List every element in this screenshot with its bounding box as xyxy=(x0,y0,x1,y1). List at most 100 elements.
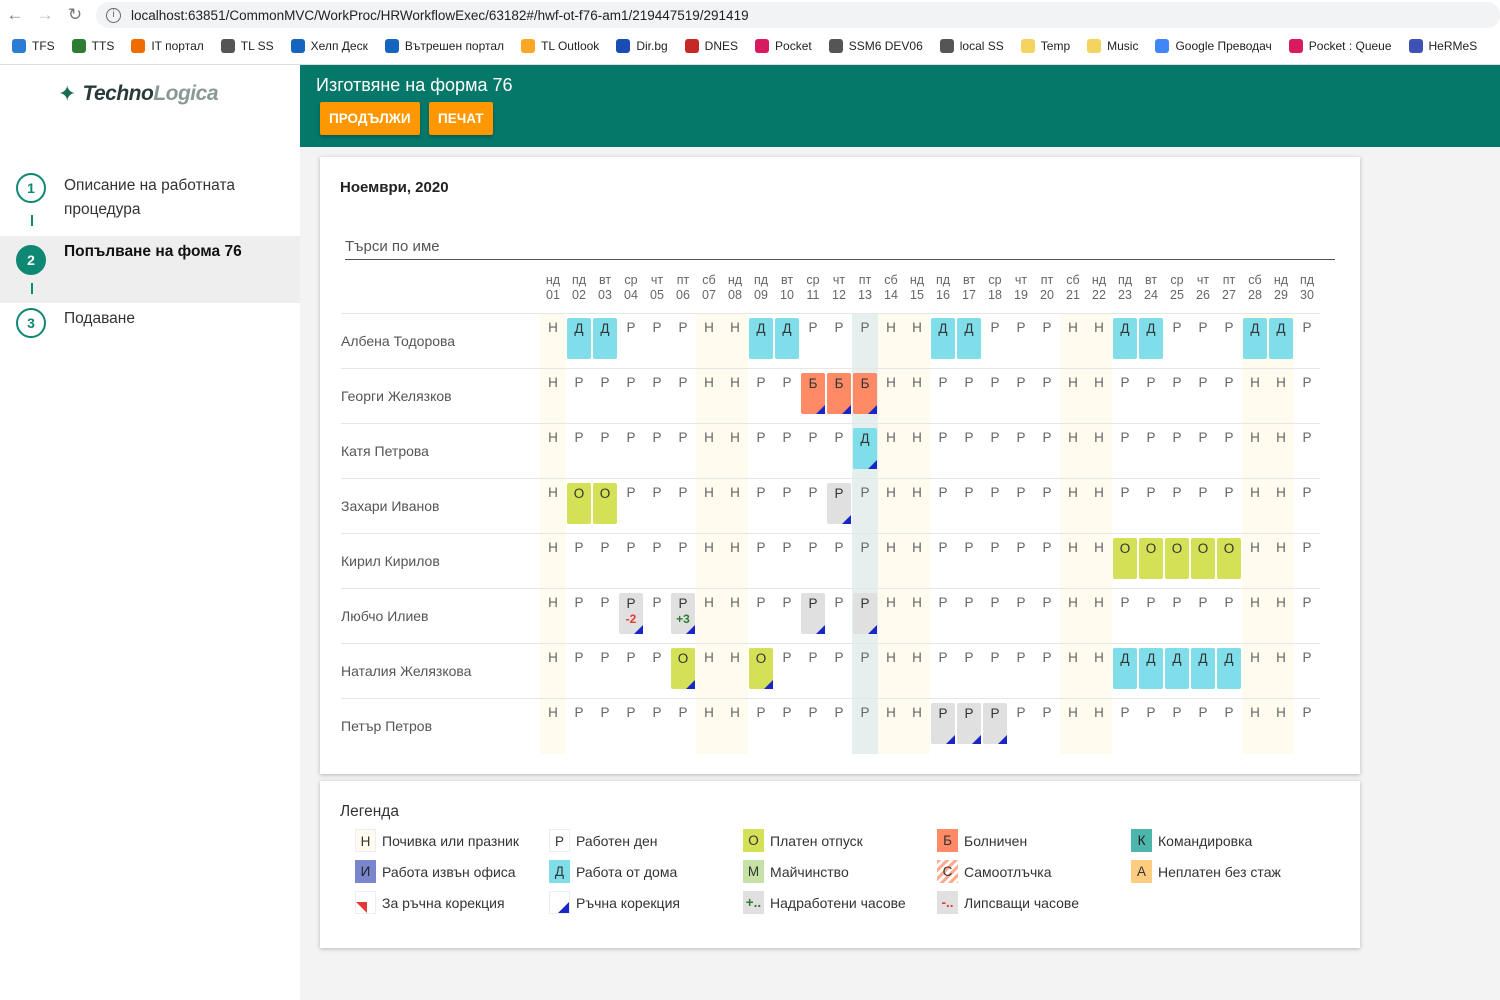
day-cell[interactable]: Н xyxy=(1268,699,1294,754)
day-cell[interactable]: Р xyxy=(774,369,800,424)
day-cell[interactable]: Н xyxy=(904,424,930,479)
day-cell[interactable]: Р xyxy=(592,369,618,424)
day-cell[interactable]: Н xyxy=(696,314,722,369)
bookmark-item[interactable]: TL SS xyxy=(220,39,274,53)
day-cell[interactable]: Н xyxy=(696,589,722,644)
day-cell[interactable]: Н xyxy=(696,534,722,589)
step-1[interactable]: 1 Описание на работната процедура xyxy=(0,173,300,233)
day-cell[interactable]: Р xyxy=(1034,369,1060,424)
day-cell[interactable]: Р xyxy=(1008,589,1034,644)
day-cell[interactable]: Д xyxy=(1164,644,1190,699)
day-cell[interactable]: Р xyxy=(1294,424,1320,479)
day-cell[interactable]: Н xyxy=(1268,534,1294,589)
day-cell[interactable]: О xyxy=(1138,534,1164,589)
day-cell[interactable]: Р xyxy=(982,699,1008,754)
day-cell[interactable]: Д xyxy=(930,314,956,369)
day-cell[interactable]: Р xyxy=(748,424,774,479)
day-cell[interactable]: Д xyxy=(1268,314,1294,369)
day-cell[interactable]: Н xyxy=(1086,314,1112,369)
day-cell[interactable]: Р xyxy=(1294,369,1320,424)
day-cell[interactable]: Р xyxy=(1008,314,1034,369)
day-cell[interactable]: Р xyxy=(644,314,670,369)
day-cell[interactable]: Р xyxy=(930,589,956,644)
day-cell[interactable]: О xyxy=(1112,534,1138,589)
day-cell[interactable]: Н xyxy=(1060,699,1086,754)
day-cell[interactable]: Р xyxy=(1034,699,1060,754)
day-cell[interactable]: Р xyxy=(1294,589,1320,644)
day-cell[interactable]: О xyxy=(592,479,618,534)
day-cell[interactable]: Н xyxy=(878,369,904,424)
day-cell[interactable]: Р xyxy=(1164,589,1190,644)
bookmark-item[interactable]: DNES xyxy=(684,39,738,53)
day-cell[interactable]: Р xyxy=(930,369,956,424)
day-cell[interactable]: Р xyxy=(1112,699,1138,754)
day-cell[interactable]: Б xyxy=(800,369,826,424)
day-cell[interactable]: Р xyxy=(566,534,592,589)
day-cell[interactable]: Н xyxy=(722,369,748,424)
day-cell[interactable]: Н xyxy=(1268,644,1294,699)
bookmark-item[interactable]: TFS xyxy=(12,39,55,53)
day-cell[interactable]: Н xyxy=(878,644,904,699)
day-cell[interactable]: Д xyxy=(1242,314,1268,369)
day-cell[interactable]: Р xyxy=(774,644,800,699)
day-cell[interactable]: Н xyxy=(540,479,566,534)
day-cell[interactable]: Н xyxy=(540,369,566,424)
day-cell[interactable]: Н xyxy=(1060,589,1086,644)
day-cell[interactable]: Н xyxy=(722,314,748,369)
bookmark-item[interactable]: TL Outlook xyxy=(521,39,599,53)
forward-icon[interactable]: → xyxy=(30,5,60,25)
day-cell[interactable]: Р xyxy=(982,479,1008,534)
day-cell[interactable]: Р xyxy=(800,479,826,534)
day-cell[interactable]: Д xyxy=(1138,644,1164,699)
day-cell[interactable]: Р xyxy=(956,369,982,424)
print-button[interactable]: ПЕЧАТ xyxy=(429,102,493,135)
day-cell[interactable]: Р xyxy=(930,644,956,699)
day-cell[interactable]: Р xyxy=(982,534,1008,589)
day-cell[interactable]: Р xyxy=(618,424,644,479)
day-cell[interactable]: Н xyxy=(1086,589,1112,644)
day-cell[interactable]: Р xyxy=(670,699,696,754)
day-cell[interactable]: Н xyxy=(1242,699,1268,754)
day-cell[interactable]: Б xyxy=(826,369,852,424)
bookmark-item[interactable]: Хелп Деск xyxy=(290,39,368,53)
day-cell[interactable]: Р xyxy=(956,479,982,534)
day-cell[interactable]: Р xyxy=(774,699,800,754)
day-cell[interactable]: Р xyxy=(1034,479,1060,534)
day-cell[interactable]: Н xyxy=(1060,424,1086,479)
day-cell[interactable]: Р xyxy=(1190,369,1216,424)
day-cell[interactable]: Р xyxy=(748,589,774,644)
day-cell[interactable]: Р xyxy=(1112,589,1138,644)
day-cell[interactable]: Р xyxy=(826,534,852,589)
day-cell[interactable]: Р xyxy=(748,369,774,424)
day-cell[interactable]: Р xyxy=(1190,424,1216,479)
day-cell[interactable]: Н xyxy=(1086,479,1112,534)
day-cell[interactable]: Н xyxy=(696,369,722,424)
day-cell[interactable]: Р xyxy=(1294,314,1320,369)
address-bar[interactable]: i localhost:63851/CommonMVC/WorkProc/HRW… xyxy=(96,2,1500,28)
day-cell[interactable]: Н xyxy=(540,534,566,589)
day-cell[interactable]: Р xyxy=(1164,314,1190,369)
day-cell[interactable]: Н xyxy=(696,699,722,754)
day-cell[interactable]: Р xyxy=(1138,589,1164,644)
day-cell[interactable]: Р xyxy=(1008,479,1034,534)
day-cell[interactable]: Р xyxy=(852,699,878,754)
day-cell[interactable]: Н xyxy=(540,589,566,644)
day-cell[interactable]: Р xyxy=(1216,369,1242,424)
day-cell[interactable]: Р xyxy=(644,644,670,699)
day-cell[interactable]: Д xyxy=(774,314,800,369)
day-cell[interactable]: Р xyxy=(566,644,592,699)
day-cell[interactable]: Н xyxy=(878,534,904,589)
day-cell[interactable]: Р xyxy=(930,424,956,479)
day-cell[interactable]: Р xyxy=(748,699,774,754)
bookmark-item[interactable]: HeRMeS xyxy=(1408,39,1477,53)
day-cell[interactable]: Р xyxy=(670,534,696,589)
bookmark-item[interactable]: Google Преводач xyxy=(1155,39,1272,53)
day-cell[interactable]: Р xyxy=(1216,479,1242,534)
day-cell[interactable]: Р xyxy=(800,644,826,699)
day-cell[interactable]: Р xyxy=(956,424,982,479)
day-cell[interactable]: Р xyxy=(618,479,644,534)
day-cell[interactable]: Р xyxy=(1216,699,1242,754)
day-cell[interactable]: Р xyxy=(826,644,852,699)
day-cell[interactable]: Н xyxy=(1086,369,1112,424)
day-cell[interactable]: Н xyxy=(1086,424,1112,479)
